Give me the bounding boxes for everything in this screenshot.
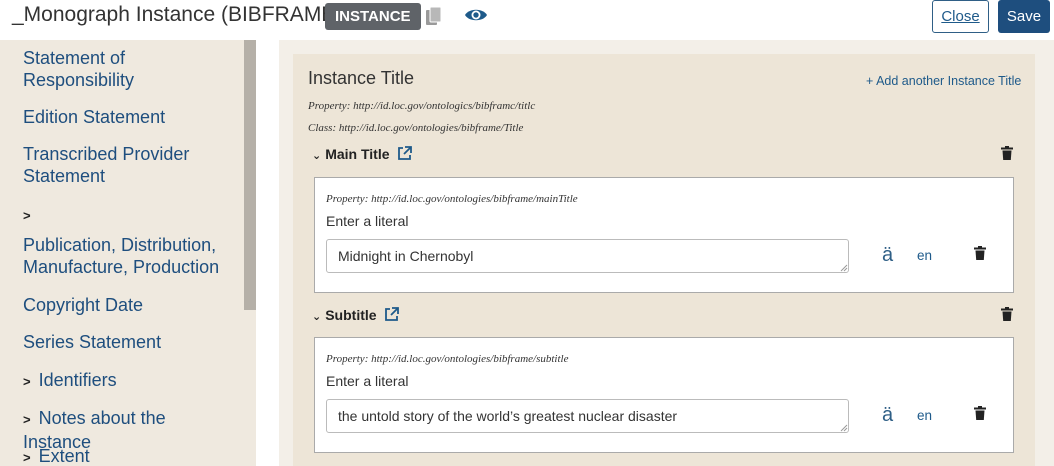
- nav-item-statement-of-responsibility[interactable]: Statement of Responsibility: [23, 47, 238, 91]
- instance-badge: INSTANCE: [325, 3, 421, 30]
- nav-item-edition-statement[interactable]: Edition Statement: [23, 106, 238, 128]
- nav-item-collapsed-group[interactable]: >: [23, 203, 238, 227]
- section-heading-label: Subtitle: [325, 307, 377, 323]
- subtitle-input[interactable]: [326, 399, 849, 433]
- page-title: _Monograph Instance (BIBFRAME): [12, 3, 343, 26]
- nav-item-series-statement[interactable]: Series Statement: [23, 331, 238, 353]
- language-button[interactable]: en: [917, 248, 932, 263]
- external-link-icon[interactable]: [384, 307, 400, 322]
- panel-title: Instance Title: [308, 68, 415, 88]
- diacritics-button[interactable]: ä: [882, 244, 893, 267]
- nav-item-identifiers[interactable]: > Identifiers: [23, 369, 238, 393]
- close-button[interactable]: Close: [932, 0, 989, 33]
- main-title-input[interactable]: [326, 239, 849, 273]
- subtitle-label: Enter a literal: [326, 373, 409, 389]
- trash-icon[interactable]: [1001, 146, 1013, 160]
- nav-item-transcribed-provider-statement[interactable]: Transcribed Provider Statement: [23, 143, 238, 187]
- sidebar-scrollbar[interactable]: [244, 40, 256, 310]
- nav-item-extent[interactable]: > Extent: [23, 445, 238, 466]
- nav-item-label: Identifiers: [38, 370, 117, 390]
- trash-icon[interactable]: [1001, 307, 1013, 321]
- resize-grip-icon[interactable]: [840, 264, 848, 272]
- nav-item-label: Extent: [38, 446, 90, 466]
- main-title-heading[interactable]: ⌄ Main Title: [312, 146, 413, 162]
- chevron-down-icon: ⌄: [312, 150, 322, 162]
- header: _Monograph Instance (BIBFRAME) INSTANCE …: [0, 0, 1054, 40]
- external-link-icon[interactable]: [397, 146, 413, 161]
- resize-grip-icon[interactable]: [840, 424, 848, 432]
- copy-icon[interactable]: [425, 6, 443, 26]
- subtitle-property: Property: http://id.loc.gov/ontologies/b…: [326, 353, 569, 365]
- chevron-down-icon: ⌄: [312, 311, 322, 323]
- panel-class: Class: http://id.loc.gov/ontologies/bibf…: [308, 122, 524, 134]
- panel-property: Property: http://id.loc.gov/ontologics/b…: [308, 100, 536, 112]
- nav-item-publication-distribution[interactable]: Publication, Distribution, Manufacture, …: [23, 234, 238, 278]
- diacritics-button[interactable]: ä: [882, 404, 893, 427]
- add-instance-title-link[interactable]: + Add another Instance Title: [866, 74, 1021, 88]
- language-button[interactable]: en: [917, 408, 932, 423]
- chevron-right-icon: >: [23, 450, 31, 465]
- eye-icon[interactable]: [464, 6, 488, 24]
- nav-item-copyright-date[interactable]: Copyright Date: [23, 294, 238, 316]
- main-title-property: Property: http://id.loc.gov/ontologies/b…: [326, 193, 578, 205]
- trash-icon[interactable]: [974, 246, 986, 260]
- save-button[interactable]: Save: [998, 0, 1050, 33]
- chevron-right-icon: >: [23, 208, 31, 223]
- subtitle-heading[interactable]: ⌄ Subtitle: [312, 307, 400, 323]
- section-heading-label: Main Title: [325, 146, 390, 162]
- chevron-right-icon: >: [23, 374, 31, 389]
- main-title-label: Enter a literal: [326, 213, 409, 229]
- chevron-right-icon: >: [23, 412, 31, 427]
- trash-icon[interactable]: [974, 406, 986, 420]
